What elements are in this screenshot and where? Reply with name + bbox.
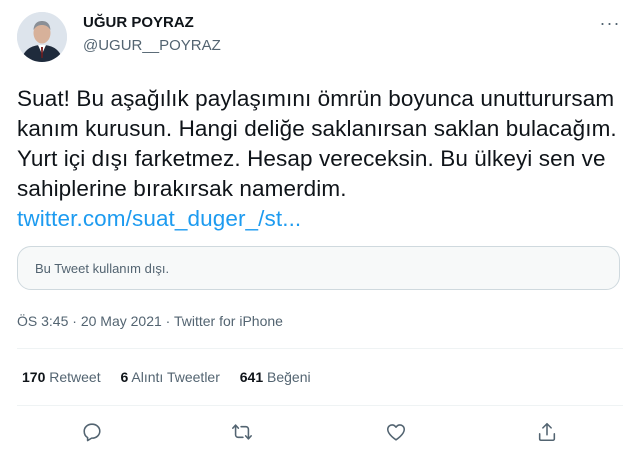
author-handle[interactable]: @UGUR__POYRAZ [83,37,221,54]
retweet-icon [232,424,252,440]
meta-separator: · [165,313,171,329]
tweet-text: Suat! Bu aşağılık paylaşımını ömrün boyu… [17,84,617,234]
divider [17,348,623,349]
avatar[interactable] [17,12,67,62]
retweets-label: Retweet [49,369,101,385]
quoted-tweet-unavailable-text: Bu Tweet kullanım dışı. [35,261,170,276]
like-icon [386,424,406,441]
quote-tweets-count: 6 [120,369,129,385]
retweets-count: 170 [22,369,46,385]
tweet-time[interactable]: ÖS 3:45 [17,313,68,329]
tweet-link[interactable]: twitter.com/suat_duger_/st... [17,206,301,231]
retweet-button[interactable] [227,417,257,447]
tweet-date[interactable]: 20 May 2021 [81,313,162,329]
tweet-stats: 170 Retweet 6 Alıntı Tweetler 641 Beğeni [22,369,327,385]
reply-icon [83,423,101,442]
retweets-stat[interactable]: 170 Retweet [22,369,101,385]
like-button[interactable] [381,417,411,447]
author-display-name[interactable]: UĞUR POYRAZ [83,14,194,31]
tweet-source[interactable]: Twitter for iPhone [174,313,283,329]
tweet-body: Suat! Bu aşağılık paylaşımını ömrün boyu… [17,86,617,201]
likes-label: Beğeni [267,369,311,385]
likes-stat[interactable]: 641 Beğeni [240,369,311,385]
quote-tweets-label: Alıntı Tweetler [131,369,220,385]
divider [17,405,623,406]
tweet-meta: ÖS 3:45 · 20 May 2021 · Twitter for iPho… [17,313,283,329]
reply-button[interactable] [77,417,107,447]
meta-separator: · [72,313,77,329]
more-options-icon: ··· [599,13,621,33]
likes-count: 641 [239,369,264,385]
share-button[interactable] [532,417,562,447]
avatar-photo [17,12,67,62]
more-options-button[interactable]: ··· [597,10,623,36]
share-icon [538,422,556,442]
quote-tweets-stat[interactable]: 6 Alıntı Tweetler [121,369,220,385]
quoted-tweet-card: Bu Tweet kullanım dışı. [17,246,620,290]
